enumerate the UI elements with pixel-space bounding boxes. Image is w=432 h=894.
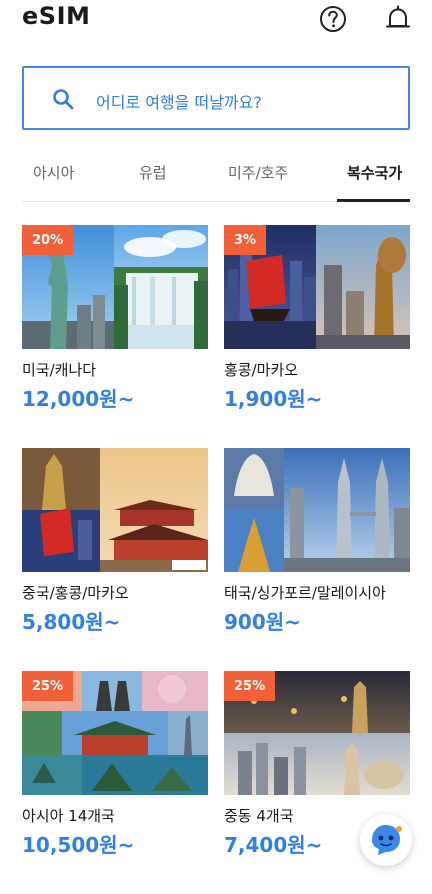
card-title: 아시아 14개국: [22, 807, 115, 825]
bell-icon: [386, 5, 410, 28]
card-title: 미국/캐나다: [22, 361, 97, 379]
card-image: [224, 448, 410, 572]
region-tabs: 아시아 유럽 미주/호주 복수국가: [22, 150, 410, 202]
discount-badge: 25%: [22, 671, 74, 701]
card-title: 태국/싱가포르/말레이시아: [224, 584, 386, 602]
tab-americas-oceania[interactable]: 미주/호주: [228, 162, 288, 183]
card-price: 10,500원~: [22, 833, 135, 857]
app-header: eSIM: [0, 0, 432, 44]
active-tab-indicator: [337, 199, 410, 202]
card-title: 중국/홍콩/마카오: [22, 584, 129, 602]
card-title: 중동 4개국: [224, 807, 294, 825]
tab-multi-country[interactable]: 복수국가: [347, 162, 402, 183]
card-price: 900원~: [224, 610, 301, 634]
notification-button[interactable]: [383, 4, 413, 34]
help-button[interactable]: [318, 4, 348, 34]
search-bar[interactable]: 어디로 여행을 떠날까요?: [22, 66, 410, 130]
chatbot-button[interactable]: [360, 814, 412, 866]
card-title: 홍콩/마카오: [224, 361, 299, 379]
card-price: 7,400원~: [224, 833, 323, 857]
discount-badge: 25%: [224, 671, 276, 701]
tab-asia[interactable]: 아시아: [33, 162, 74, 183]
tab-europe[interactable]: 유럽: [139, 162, 167, 183]
discount-badge: 3%: [224, 225, 267, 255]
card-price: 12,000원~: [22, 387, 135, 411]
question-circle-icon: [320, 6, 346, 32]
card-price: 1,900원~: [224, 387, 323, 411]
card-price: 5,800원~: [22, 610, 121, 634]
chatbot-icon: [372, 825, 402, 855]
discount-badge: 20%: [22, 225, 74, 255]
search-icon: [53, 89, 74, 110]
card-image: [22, 448, 208, 572]
search-placeholder: 어디로 여행을 떠날까요?: [96, 93, 262, 112]
app-title: eSIM: [22, 2, 91, 30]
